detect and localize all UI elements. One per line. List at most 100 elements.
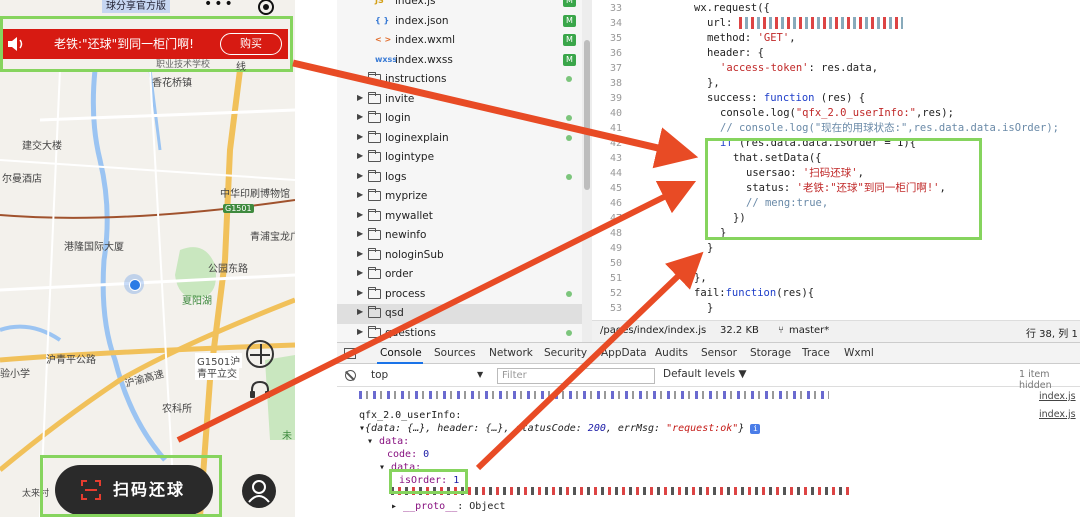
tab-console[interactable]: Console	[380, 347, 422, 359]
tab-sources[interactable]: Sources	[434, 347, 476, 359]
modified-badge: M	[563, 34, 576, 46]
chevron-right-icon[interactable]: ▶	[357, 171, 363, 180]
tree-file[interactable]: { } index.json M	[337, 12, 592, 32]
filter-input[interactable]: Filter	[497, 368, 655, 384]
git-branch[interactable]: master*	[789, 325, 829, 336]
chevron-right-icon[interactable]: ▶	[357, 268, 363, 277]
log-label: qfx_2.0_userInfo:	[359, 410, 462, 421]
headset-icon[interactable]	[249, 380, 271, 400]
chevron-right-icon[interactable]: ▶	[357, 307, 363, 316]
user-avatar-button[interactable]	[242, 474, 276, 508]
file-size: 32.2 KB	[720, 325, 759, 336]
chevron-right-icon[interactable]: ▶	[357, 249, 363, 258]
tree-file[interactable]: wxss index.wxss M	[337, 51, 592, 71]
chevron-right-icon[interactable]: ▶	[357, 190, 363, 199]
tree-folder[interactable]: ▶ myprize	[337, 187, 592, 207]
tree-folder[interactable]: ▶ loginexplain	[337, 129, 592, 149]
tree-node-data[interactable]: ▾ data:	[367, 435, 409, 448]
chevron-right-icon[interactable]: ▶	[357, 327, 363, 336]
map-label: 线	[236, 62, 246, 73]
devtools-tabs: Console Sources Network Security AppData…	[337, 343, 1080, 364]
tab-trace[interactable]: Trace	[802, 347, 830, 359]
code-line-36: header: {	[707, 47, 764, 59]
tree-scrollbar[interactable]	[582, 0, 592, 342]
tree-node-proto[interactable]: ▸ __proto__: Object	[391, 500, 505, 513]
tree-file[interactable]: JS index.js M	[337, 0, 592, 12]
line-number: 42	[609, 138, 622, 149]
source-link[interactable]: index.js	[1039, 391, 1076, 402]
source-link[interactable]: index.js	[1039, 409, 1076, 420]
line-number: 41	[609, 123, 622, 134]
folder-icon	[368, 111, 381, 123]
tree-item-label: nologinSub	[385, 248, 444, 261]
chevron-right-icon[interactable]: ▶	[357, 288, 363, 297]
status-dot	[566, 329, 572, 336]
map-label: 香花桥镇	[152, 78, 192, 89]
map-label: 港隆国际大厦	[64, 242, 124, 253]
modified-badge: M	[563, 14, 576, 27]
cursor-position[interactable]: 行 38, 列 1	[1026, 325, 1078, 340]
tab-appdata[interactable]: AppData	[601, 347, 647, 359]
code-line-37: 'access-token': res.data,	[720, 62, 879, 74]
inspect-icon[interactable]	[344, 348, 356, 359]
log-levels-select[interactable]: Default levels ▼	[663, 368, 747, 380]
tree-folder[interactable]: ▶ invite	[337, 90, 592, 110]
map-canvas[interactable]	[0, 0, 295, 517]
object-summary[interactable]: ▾{data: {…}, header: {…}, statusCode: 20…	[359, 422, 761, 435]
redacted-log-line	[359, 391, 829, 399]
chevron-right-icon[interactable]: ▶	[357, 210, 363, 219]
tree-file[interactable]: < > index.wxml M	[337, 31, 592, 51]
tree-item-label: myprize	[385, 190, 428, 202]
folder-icon	[368, 91, 381, 104]
context-select[interactable]: top	[371, 367, 491, 383]
chevron-right-icon[interactable]: ▶	[357, 132, 363, 141]
chevron-right-icon[interactable]: ▶	[357, 229, 363, 238]
code-line-49: }	[707, 242, 714, 254]
chevron-right-icon[interactable]: ▶	[357, 112, 363, 121]
tree-folder[interactable]: ▶ logs	[337, 168, 592, 188]
tab-storage[interactable]: Storage	[750, 347, 791, 359]
js-file-icon: JS	[375, 0, 384, 5]
folder-icon	[368, 130, 381, 143]
tree-folder[interactable]: ▶ newinfo	[337, 226, 592, 246]
chevron-right-icon[interactable]: ▶	[357, 73, 363, 82]
tree-folder[interactable]: ▶ questions	[337, 324, 592, 343]
chevron-right-icon[interactable]: ▶	[357, 151, 363, 160]
current-location-marker	[124, 274, 144, 294]
tree-folder[interactable]: ▶ login	[337, 109, 592, 129]
tab-sensor[interactable]: Sensor	[701, 347, 737, 359]
tab-wxml[interactable]: Wxml	[844, 347, 874, 359]
phone-simulator: 球分享官方版 ••• 老铁:"还球"到同一柜门啊! 购买 香花桥镇 职业技术学校…	[0, 0, 295, 517]
tree-folder[interactable]: ▶ process	[337, 285, 592, 305]
tree-folder[interactable]: ▶ mywallet	[337, 207, 592, 227]
clear-console-icon[interactable]	[345, 370, 356, 381]
tree-folder[interactable]: ▶ instructions	[337, 70, 592, 90]
code-line-39: success: function (res) {	[707, 92, 866, 104]
editor-status-bar: /pages/index/index.js 32.2 KB ⑂ master* …	[592, 320, 1080, 342]
tree-folder[interactable]: ▶ qsd	[337, 304, 592, 324]
file-path: /pages/index/index.js	[600, 325, 707, 336]
code-line-52: fail:function(res){	[694, 287, 815, 299]
app-title: 球分享官方版	[102, 0, 170, 13]
map-label: 中华印刷博物馆	[220, 189, 290, 200]
locate-me-icon[interactable]	[246, 340, 274, 368]
tree-folder[interactable]: ▶ logintype	[337, 148, 592, 168]
map-label: 未	[282, 431, 292, 442]
chevron-down-icon[interactable]: ▼	[477, 367, 483, 383]
line-number: 51	[609, 273, 622, 284]
tab-audits[interactable]: Audits	[655, 347, 688, 359]
map-label: 夏阳湖	[182, 296, 212, 307]
tree-item-label: index.wxml	[395, 34, 456, 46]
chevron-right-icon[interactable]: ▶	[357, 93, 363, 102]
map-label: 青浦宝龙广	[250, 232, 295, 243]
more-menu-icon[interactable]: •••	[204, 0, 252, 13]
tree-item-label: loginexplain	[385, 131, 449, 144]
wxss-file-icon: wxss	[375, 54, 398, 64]
folder-icon	[368, 150, 381, 162]
scrollbar-thumb[interactable]	[584, 40, 590, 190]
line-number: 45	[609, 183, 622, 194]
tab-network[interactable]: Network	[489, 347, 533, 359]
tree-folder[interactable]: ▶ nologinSub	[337, 246, 592, 266]
tree-folder[interactable]: ▶ order	[337, 265, 592, 285]
tab-security[interactable]: Security	[544, 347, 587, 359]
